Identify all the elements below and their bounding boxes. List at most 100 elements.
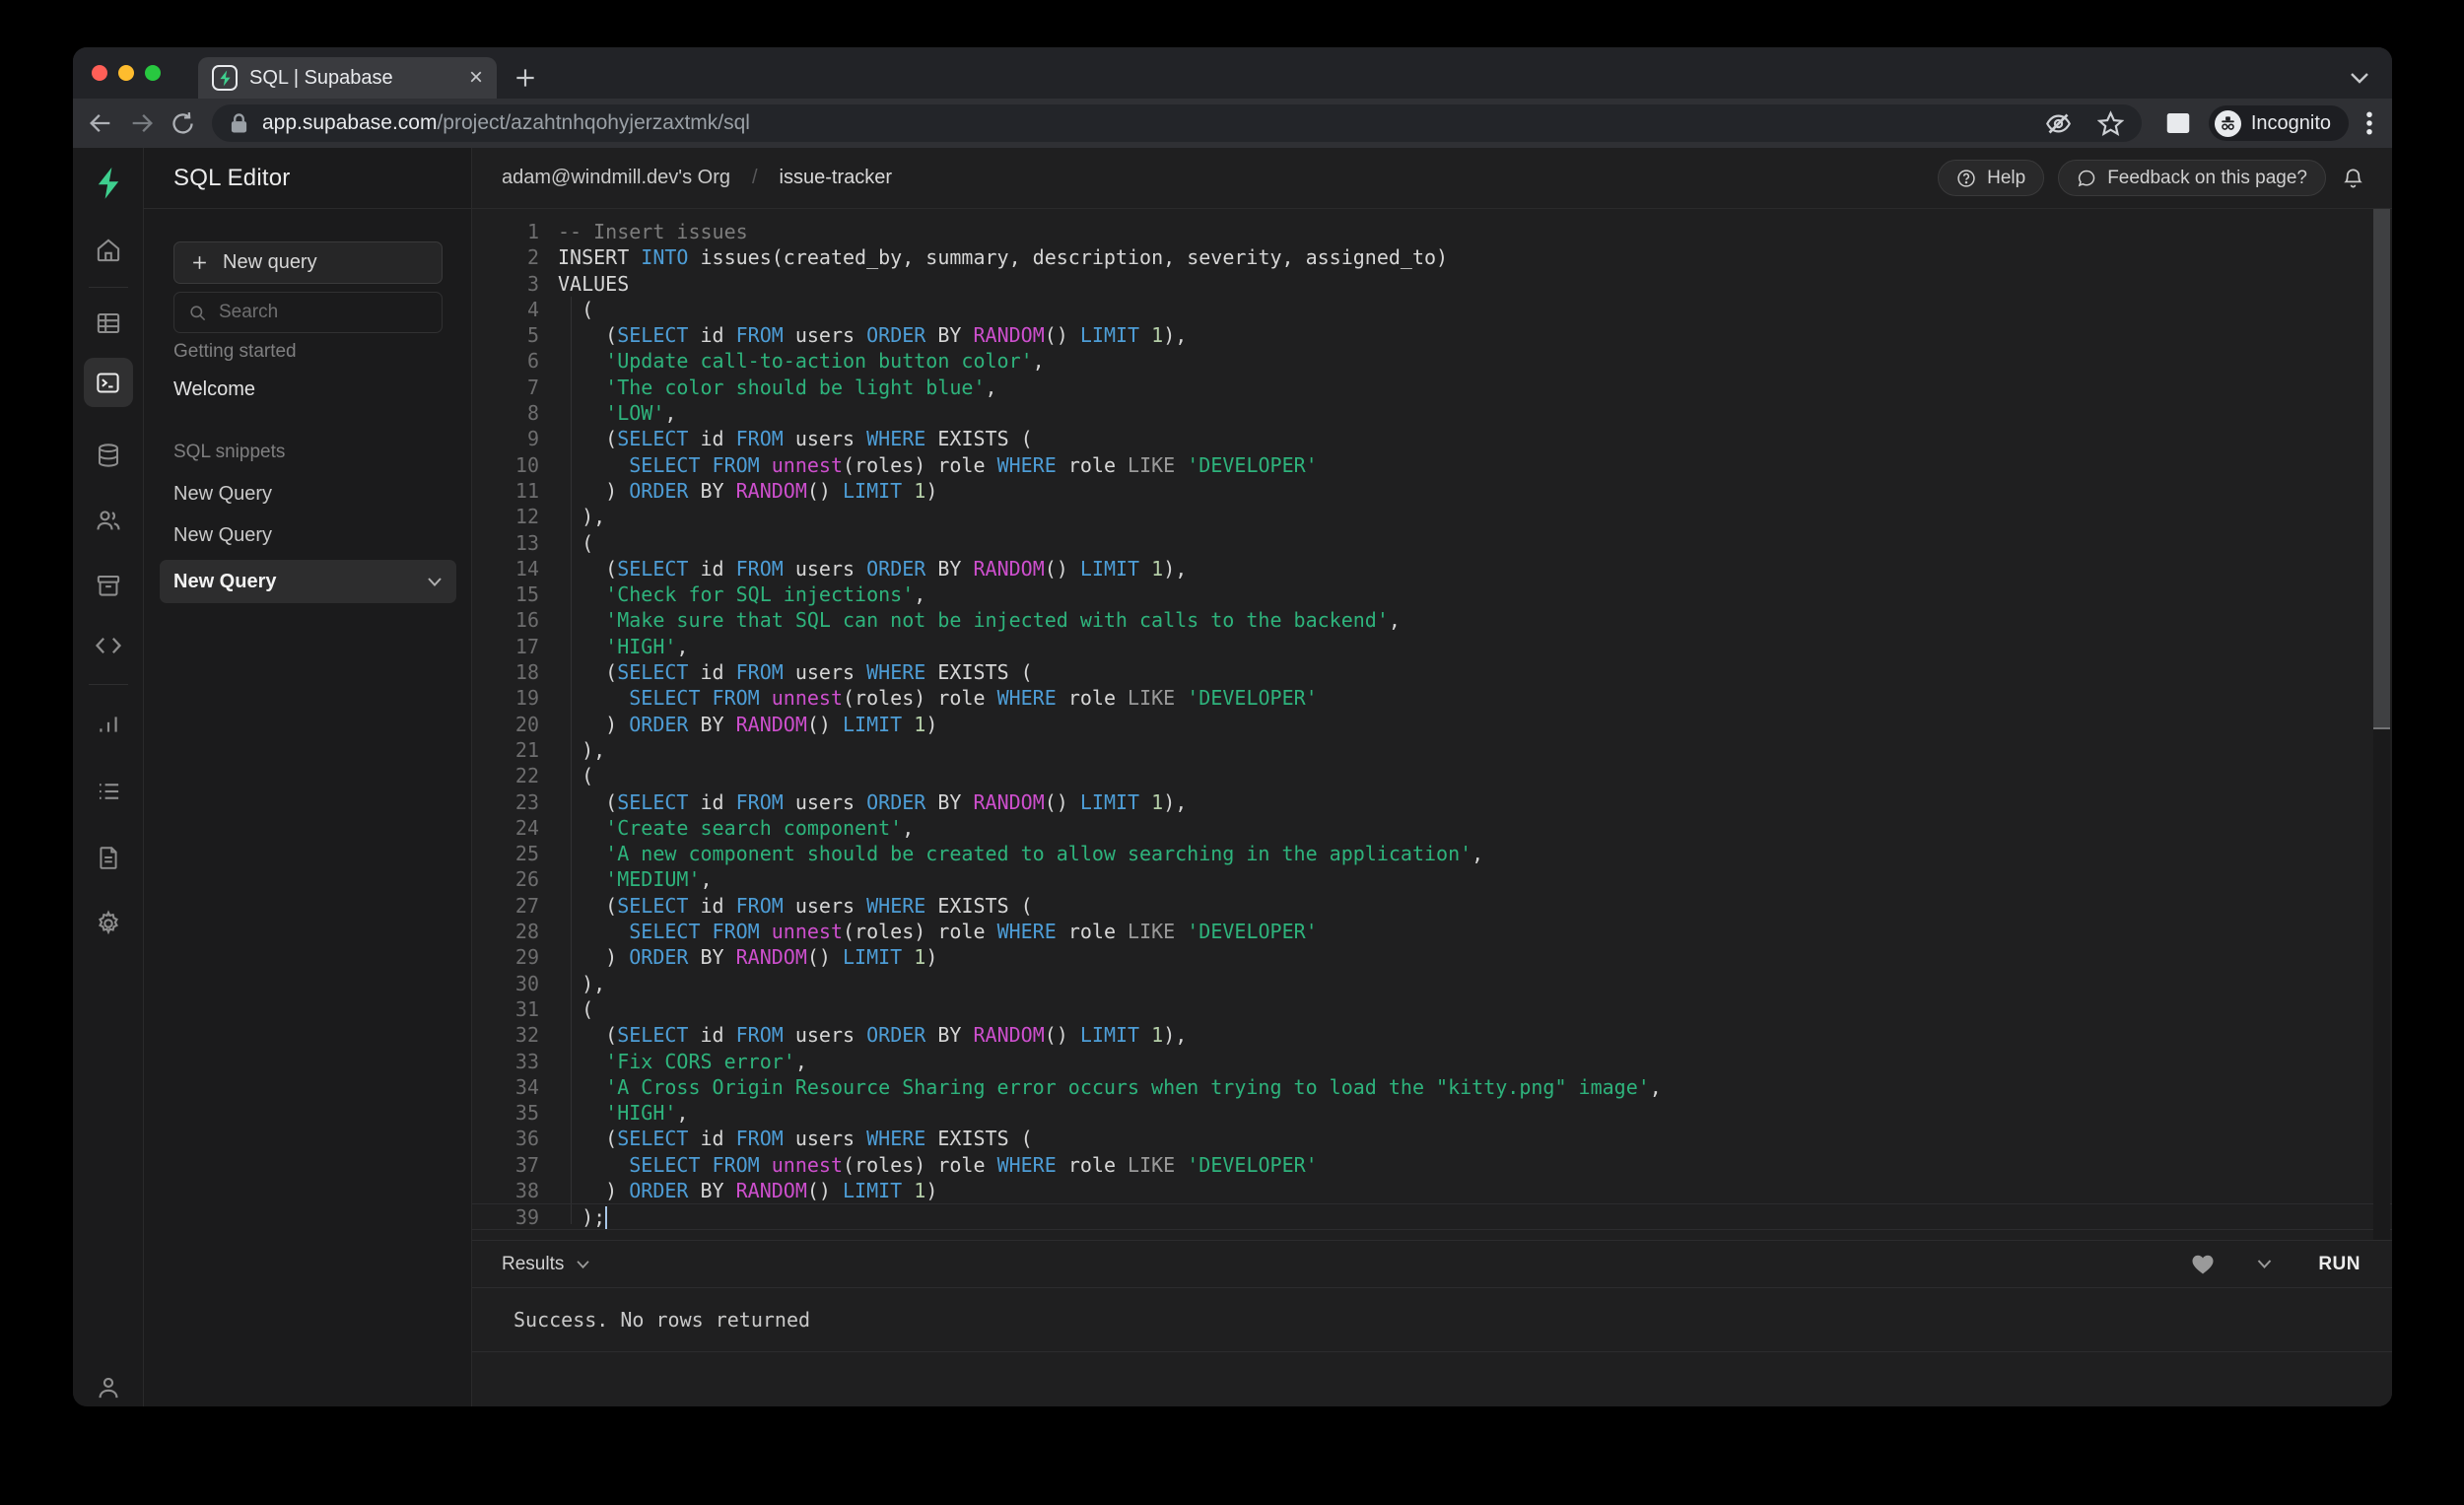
window-minimize-button[interactable] — [118, 65, 134, 81]
chat-bubble-icon — [2077, 169, 2096, 188]
code-line[interactable]: 29 ) ORDER BY RANDOM() LIMIT 1) — [472, 944, 2392, 970]
code-line[interactable]: 20 ) ORDER BY RANDOM() LIMIT 1) — [472, 712, 2392, 737]
code-line[interactable]: 33 'Fix CORS error', — [472, 1049, 2392, 1074]
results-label[interactable]: Results — [502, 1254, 564, 1275]
code-line[interactable]: 22 ( — [472, 763, 2392, 788]
functions-code-icon[interactable] — [94, 634, 122, 658]
code-line[interactable]: 14 (SELECT id FROM users ORDER BY RANDOM… — [472, 556, 2392, 581]
docs-file-icon[interactable] — [96, 845, 121, 870]
code-line[interactable]: 17 'HIGH', — [472, 634, 2392, 659]
code-line[interactable]: 35 'HIGH', — [472, 1100, 2392, 1126]
line-number: 38 — [514, 1178, 539, 1202]
line-number: 3 — [526, 271, 539, 296]
sql-editor[interactable]: 1 -- Insert issues 2 INSERT INTO issues(cre… — [472, 209, 2392, 1240]
feedback-button[interactable]: Feedback on this page? — [2058, 160, 2326, 196]
home-icon[interactable] — [95, 238, 121, 264]
scrollbar-thumb[interactable] — [2373, 209, 2390, 729]
code-line[interactable]: 24 'Create search component', — [472, 815, 2392, 841]
code-line[interactable]: 28 SELECT FROM unnest(roles) role WHERE … — [472, 919, 2392, 944]
code-line[interactable]: 15 'Check for SQL injections', — [472, 581, 2392, 607]
sidebar-item-new-query-2[interactable]: New Query — [173, 524, 272, 547]
search-input[interactable] — [219, 302, 416, 323]
back-icon[interactable] — [87, 109, 114, 137]
code-line[interactable]: 25 'A new component should be created to… — [472, 841, 2392, 866]
code-line[interactable]: 39 ); — [472, 1203, 2392, 1230]
auth-users-icon[interactable] — [95, 507, 122, 534]
code-line[interactable]: 7 'The color should be light blue', — [472, 375, 2392, 400]
browser-menu-icon[interactable] — [2364, 108, 2374, 138]
code-line[interactable]: 23 (SELECT id FROM users ORDER BY RANDOM… — [472, 789, 2392, 815]
code-line[interactable]: 1 -- Insert issues — [472, 219, 2392, 244]
logs-list-icon[interactable] — [95, 779, 121, 805]
code-line[interactable]: 34 'A Cross Origin Resource Sharing erro… — [472, 1074, 2392, 1100]
reload-icon[interactable] — [170, 110, 196, 137]
line-number: 33 — [514, 1049, 539, 1073]
side-panel-icon[interactable] — [2163, 108, 2193, 138]
code-line[interactable]: 10 SELECT FROM unnest(roles) role WHERE … — [472, 452, 2392, 478]
window-zoom-button[interactable] — [145, 65, 161, 81]
breadcrumb-project[interactable]: issue-tracker — [780, 167, 1925, 189]
sidebar-item-welcome[interactable]: Welcome — [173, 378, 255, 401]
code-line[interactable]: 12 ), — [472, 504, 2392, 529]
code-line[interactable]: 21 ), — [472, 737, 2392, 763]
plus-icon — [190, 253, 209, 272]
storage-icon[interactable] — [95, 573, 121, 599]
reports-chart-icon[interactable] — [96, 712, 121, 737]
help-button[interactable]: Help — [1938, 160, 2045, 196]
panel-header: SQL Editor — [144, 148, 471, 209]
eye-off-icon[interactable] — [2045, 110, 2072, 137]
search-box[interactable] — [173, 292, 443, 333]
line-number: 10 — [514, 452, 539, 477]
forward-icon[interactable] — [128, 109, 156, 137]
breadcrumb-org[interactable]: adam@windmill.dev's Org — [502, 167, 730, 189]
line-number: 39 — [514, 1205, 539, 1230]
code-line[interactable]: 4 ( — [472, 297, 2392, 322]
code-line[interactable]: 38 ) ORDER BY RANDOM() LIMIT 1) — [472, 1178, 2392, 1203]
code-line[interactable]: 18 (SELECT id FROM users WHERE EXISTS ( — [472, 659, 2392, 685]
url-bar[interactable]: app.supabase.com/project/azahtnhqohyjerz… — [212, 104, 2142, 142]
browser-tab[interactable]: SQL | Supabase × — [198, 57, 497, 99]
supabase-logo-icon[interactable] — [94, 167, 123, 200]
notifications-bell-icon[interactable] — [2342, 167, 2364, 189]
code-line[interactable]: 6 'Update call-to-action button color', — [472, 348, 2392, 374]
code-line[interactable]: 19 SELECT FROM unnest(roles) role WHERE … — [472, 685, 2392, 711]
new-query-button[interactable]: New query — [173, 241, 443, 284]
code-line[interactable]: 36 (SELECT id FROM users WHERE EXISTS ( — [472, 1126, 2392, 1151]
favorite-heart-icon[interactable] — [2191, 1254, 2215, 1275]
code-line[interactable]: 30 ), — [472, 971, 2392, 996]
tab-close-icon[interactable]: × — [469, 66, 483, 90]
new-tab-button[interactable] — [513, 65, 538, 91]
bookmark-star-icon[interactable] — [2096, 109, 2124, 137]
database-icon[interactable] — [95, 443, 121, 469]
tab-search-chevron-icon[interactable] — [2349, 71, 2370, 85]
line-number: 7 — [526, 375, 539, 399]
editor-scrollbar[interactable] — [2373, 209, 2390, 1240]
main-area: adam@windmill.dev's Org / issue-tracker … — [472, 148, 2392, 1406]
line-number: 6 — [526, 349, 539, 374]
code-line[interactable]: 26 'MEDIUM', — [472, 866, 2392, 892]
results-chevron-icon[interactable] — [576, 1260, 590, 1269]
sidebar-item-new-query-1[interactable]: New Query — [173, 483, 272, 506]
code-line[interactable]: 5 (SELECT id FROM users ORDER BY RANDOM(… — [472, 322, 2392, 348]
code-line[interactable]: 8 'LOW', — [472, 400, 2392, 426]
code-line[interactable]: 9 (SELECT id FROM users WHERE EXISTS ( — [472, 426, 2392, 451]
account-user-icon[interactable] — [95, 1375, 121, 1402]
code-line[interactable]: 13 ( — [472, 530, 2392, 556]
code-line[interactable]: 16 'Make sure that SQL can not be inject… — [472, 607, 2392, 633]
code-line[interactable]: 32 (SELECT id FROM users ORDER BY RANDOM… — [472, 1022, 2392, 1048]
run-button[interactable]: RUN — [2318, 1254, 2361, 1275]
code-line[interactable]: 31 ( — [472, 996, 2392, 1022]
settings-gear-icon[interactable] — [95, 910, 122, 937]
window-close-button[interactable] — [92, 65, 107, 81]
sql-editor-icon[interactable] — [83, 358, 133, 407]
table-editor-icon[interactable] — [95, 310, 121, 337]
code-line[interactable]: 2 INSERT INTO issues(created_by, summary,… — [472, 244, 2392, 270]
supabase-app: SQL Editor New query Getting started Wel… — [73, 148, 2392, 1406]
code-line[interactable]: 37 SELECT FROM unnest(roles) role WHERE … — [472, 1152, 2392, 1178]
code-line[interactable]: 27 (SELECT id FROM users WHERE EXISTS ( — [472, 893, 2392, 919]
run-options-chevron-icon[interactable] — [2256, 1259, 2273, 1269]
code-line[interactable]: 11 ) ORDER BY RANDOM() LIMIT 1) — [472, 478, 2392, 504]
chevron-down-icon[interactable] — [427, 577, 443, 587]
code-line[interactable]: 3 VALUES — [472, 271, 2392, 297]
sidebar-item-new-query-selected[interactable]: New Query — [160, 560, 456, 603]
